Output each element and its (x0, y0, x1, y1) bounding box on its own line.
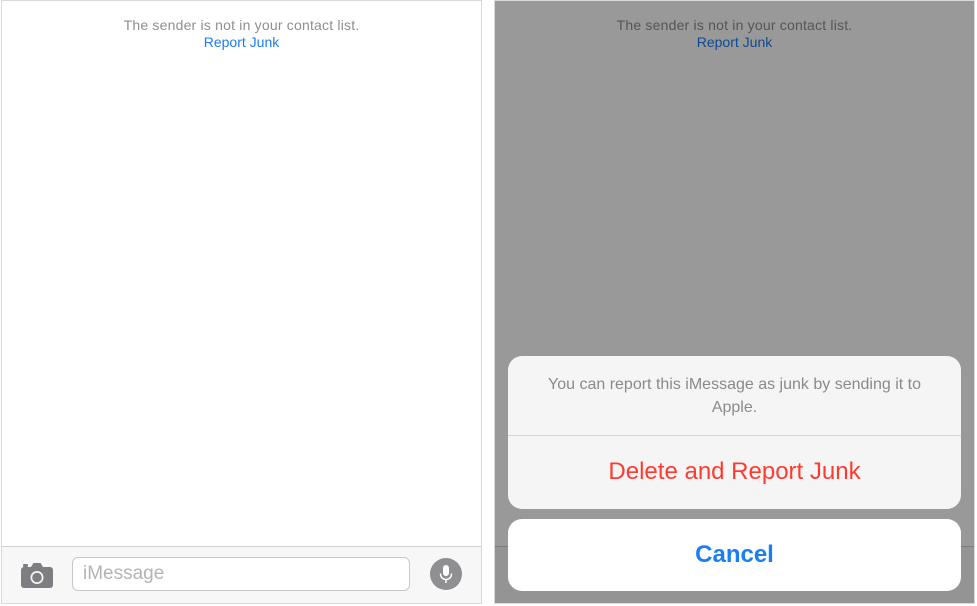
messages-screen: The sender is not in your contact list. … (1, 0, 482, 604)
dim-overlay[interactable] (495, 1, 974, 603)
action-sheet-message: You can report this iMessage as junk by … (508, 356, 961, 436)
unknown-sender-notice: The sender is not in your contact list. … (2, 17, 481, 51)
imessage-placeholder: iMessage (83, 563, 165, 584)
delete-and-report-junk-button[interactable]: Delete and Report Junk (508, 436, 961, 508)
microphone-icon[interactable] (430, 558, 462, 590)
camera-icon[interactable] (20, 561, 54, 589)
messages-screen-action-sheet: The sender is not in your contact list. … (494, 0, 975, 604)
notice-text: The sender is not in your contact list. (123, 17, 360, 33)
report-junk-link[interactable]: Report Junk (2, 34, 481, 51)
imessage-input[interactable]: iMessage (72, 557, 410, 591)
compose-bar: iMessage (2, 546, 481, 603)
action-sheet: You can report this iMessage as junk by … (508, 356, 961, 509)
cancel-button[interactable]: Cancel (508, 519, 961, 591)
